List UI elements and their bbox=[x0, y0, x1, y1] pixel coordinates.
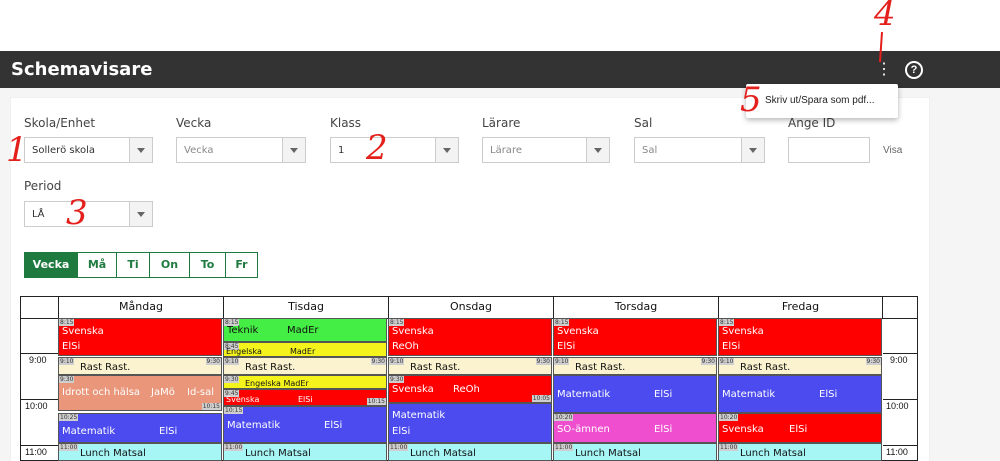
lesson-block[interactable]: 8:15 Svenska ElSi bbox=[58, 318, 222, 356]
day-header-monday: Måndag bbox=[58, 297, 223, 318]
tab-monday[interactable]: Må bbox=[78, 252, 117, 278]
lesson-block[interactable]: 11:00 Lunch Matsal bbox=[553, 443, 717, 461]
lesson-block[interactable]: 10:20 Svenska ElSi bbox=[718, 413, 882, 443]
lesson-block[interactable]: 11:00 Lunch Matsal bbox=[388, 443, 552, 461]
lesson-block[interactable]: 9:30 Svenska ReOh 10:05 bbox=[388, 375, 552, 403]
lesson-block[interactable]: 11:00 Lunch Matsal bbox=[58, 443, 222, 461]
class-label: Klass bbox=[330, 116, 362, 130]
tab-tuesday[interactable]: Ti bbox=[117, 252, 150, 278]
help-icon[interactable]: ? bbox=[905, 61, 923, 79]
day-header-thursday: Torsdag bbox=[553, 297, 718, 318]
hour-line bbox=[883, 445, 917, 446]
lesson-block[interactable]: 9:10 Rast Rast. 9:30 bbox=[223, 357, 387, 375]
hour-label: 10:00 bbox=[886, 401, 909, 411]
hour-label: 11:00 bbox=[25, 447, 47, 457]
class-select[interactable]: 1 bbox=[330, 137, 459, 163]
period-select[interactable]: LÅ bbox=[24, 201, 153, 227]
app-bar: Schemavisare ⋮ ? bbox=[0, 51, 1000, 88]
chevron-down-icon bbox=[741, 138, 764, 162]
day-tabs: Vecka Må Ti On To Fr bbox=[24, 252, 258, 278]
day-header-wednesday: Onsdag bbox=[388, 297, 553, 318]
school-value: Sollerö skola bbox=[32, 145, 96, 156]
lesson-block[interactable]: Matematik ElSi bbox=[718, 375, 882, 413]
lesson-block[interactable]: 10:25 Matematik ElSi bbox=[58, 413, 222, 443]
print-pdf-menu-item[interactable]: Skriv ut/Spara som pdf... bbox=[765, 95, 875, 106]
period-label: Period bbox=[24, 179, 62, 193]
room-placeholder: Sal bbox=[642, 145, 658, 156]
annotation-number: 4 bbox=[874, 0, 896, 34]
annotation-number: 2 bbox=[366, 128, 388, 168]
lesson-block[interactable]: 9:45 Svenska ElSi 10:15 bbox=[223, 389, 387, 406]
school-select[interactable]: Sollerö skola bbox=[24, 137, 153, 163]
hour-line bbox=[21, 445, 58, 446]
hour-line bbox=[883, 399, 917, 400]
lesson-block[interactable]: 9:10 Rast Rast. 9:30 bbox=[388, 357, 552, 375]
hour-label: 11:00 bbox=[886, 447, 908, 457]
lesson-block[interactable]: 8:15 Svenska ElSi bbox=[718, 318, 882, 356]
teacher-label: Lärare bbox=[482, 116, 521, 130]
tab-friday[interactable]: Fr bbox=[226, 252, 258, 278]
show-button[interactable]: Visa bbox=[883, 145, 902, 156]
lesson-block[interactable]: 9:10 Rast Rast. 9:30 bbox=[718, 357, 882, 375]
lesson-block[interactable]: 10:15 Matematik ElSi bbox=[223, 406, 387, 443]
hour-line bbox=[883, 353, 917, 354]
teacher-select[interactable]: Lärare bbox=[482, 137, 610, 163]
week-label: Vecka bbox=[176, 116, 212, 130]
room-label: Sal bbox=[634, 116, 653, 130]
lesson-block[interactable]: Matematik ElSi bbox=[388, 403, 552, 443]
tab-thursday[interactable]: To bbox=[190, 252, 226, 278]
chevron-down-icon bbox=[282, 138, 305, 162]
room-select[interactable]: Sal bbox=[634, 137, 765, 163]
lesson-block[interactable]: 11:00 Lunch Matsal bbox=[718, 443, 882, 461]
hour-label: 9:00 bbox=[890, 355, 908, 365]
lesson-block[interactable]: 9:30 Idrott och hälsa JaMö Id-sal 10:15 bbox=[58, 375, 222, 411]
week-placeholder: Vecka bbox=[184, 145, 214, 156]
lesson-block[interactable]: 8:45 Engelska MadEr bbox=[223, 342, 387, 357]
annotation-number: 5 bbox=[740, 80, 762, 120]
period-value: LÅ bbox=[32, 209, 45, 220]
lesson-block[interactable]: 9:30 Engelska MadEr bbox=[223, 375, 387, 389]
class-value: 1 bbox=[338, 145, 345, 156]
tab-week[interactable]: Vecka bbox=[24, 252, 78, 278]
chevron-down-icon bbox=[586, 138, 609, 162]
hour-label: 10:00 bbox=[25, 401, 48, 411]
chevron-down-icon bbox=[129, 138, 152, 162]
week-select[interactable]: Vecka bbox=[176, 137, 306, 163]
annotation-arrow-line bbox=[879, 31, 883, 63]
chevron-down-icon bbox=[435, 138, 458, 162]
annotation-number: 1 bbox=[6, 130, 28, 170]
chevron-down-icon bbox=[129, 202, 152, 226]
hour-line bbox=[21, 399, 58, 400]
app-title: Schemavisare bbox=[11, 59, 153, 80]
lesson-block[interactable]: 8:15 Svenska ElSi bbox=[553, 318, 717, 356]
lesson-block[interactable]: 10:20 SO-ämnen ElSi bbox=[553, 413, 717, 443]
id-input[interactable] bbox=[788, 137, 870, 163]
lesson-block[interactable]: 9:10 Rast Rast. 9:30 bbox=[58, 357, 222, 375]
day-header-friday: Fredag bbox=[718, 297, 883, 318]
annotation-number: 3 bbox=[66, 193, 88, 233]
lesson-block[interactable]: 11:00 Lunch Matsal bbox=[223, 443, 387, 461]
lesson-block[interactable]: Matematik ElSi bbox=[553, 375, 717, 413]
id-label: Ange ID bbox=[788, 116, 836, 130]
hour-label: 9:00 bbox=[29, 355, 47, 365]
teacher-placeholder: Lärare bbox=[490, 145, 522, 156]
lesson-block[interactable]: 8:15 Teknik MadEr bbox=[223, 318, 387, 342]
more-menu-dropdown: Skriv ut/Spara som pdf... bbox=[746, 84, 898, 118]
tab-wednesday[interactable]: On bbox=[150, 252, 190, 278]
lesson-block[interactable]: 8:15 Svenska ReOh bbox=[388, 318, 552, 356]
school-label: Skola/Enhet bbox=[24, 116, 96, 130]
day-header-tuesday: Tisdag bbox=[223, 297, 388, 318]
hour-line bbox=[21, 353, 58, 354]
lesson-block[interactable]: 9:10 Rast Rast. 9:30 bbox=[553, 357, 717, 375]
